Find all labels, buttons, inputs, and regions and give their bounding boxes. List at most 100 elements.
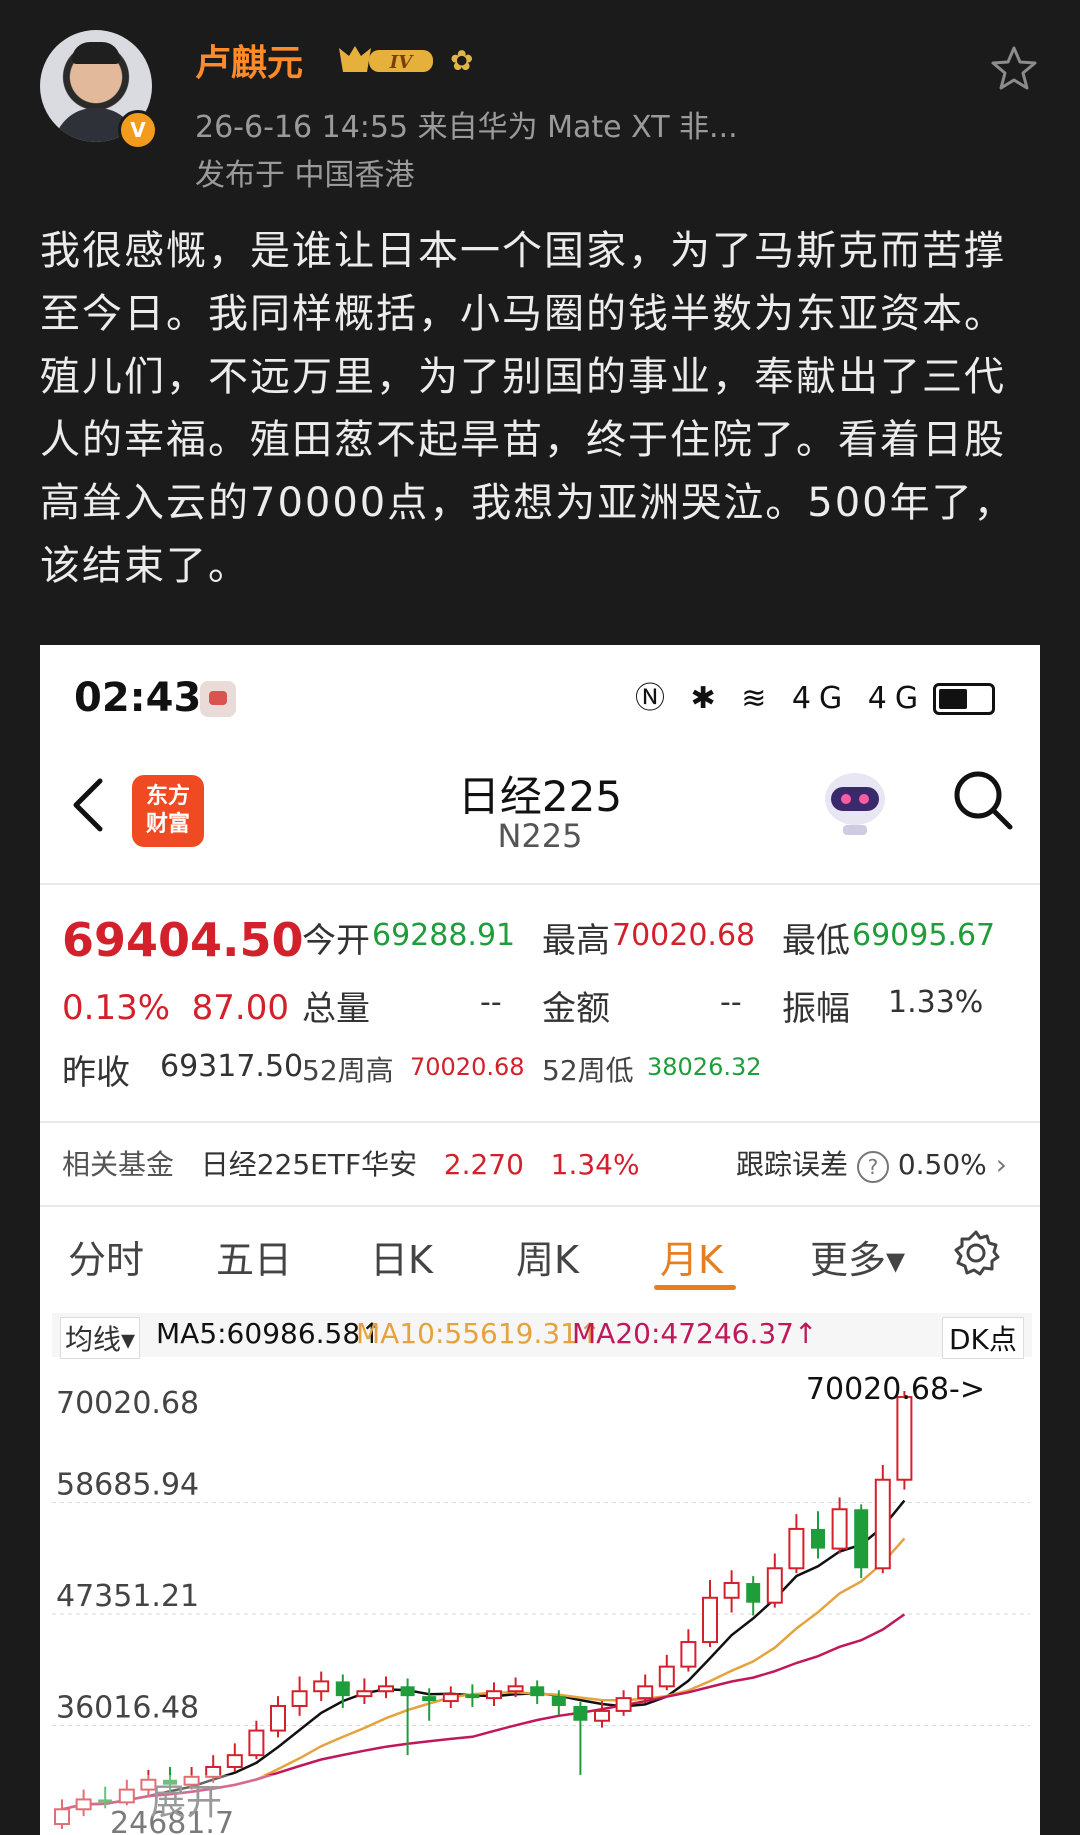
tab-monthly-k[interactable]: 月K bbox=[660, 1229, 723, 1284]
divider bbox=[40, 1121, 1040, 1123]
candle-body bbox=[573, 1705, 588, 1721]
expand-label[interactable]: 展开 bbox=[150, 1773, 222, 1825]
robot-assistant-icon[interactable] bbox=[815, 763, 895, 843]
ma-selector[interactable]: 均线▾ bbox=[60, 1317, 141, 1359]
help-icon[interactable]: ? bbox=[856, 1151, 889, 1183]
candle-body bbox=[442, 1693, 459, 1703]
low-label: 最低 bbox=[782, 921, 850, 961]
tracking-error-label: 跟踪误差 bbox=[736, 1148, 849, 1181]
level-text: IV bbox=[389, 52, 414, 73]
open-label: 今开 bbox=[302, 921, 370, 961]
embedded-screenshot: 02:43 Ⓝ ✱ ≋ 4G 4G 东方 财富 日经225 N225 69404… bbox=[40, 645, 1040, 1835]
candle-body bbox=[400, 1686, 415, 1697]
wk52-low-label: 52周低 bbox=[542, 1054, 634, 1087]
candle-body bbox=[422, 1696, 437, 1702]
tab-daily-k[interactable]: 日K bbox=[370, 1229, 433, 1284]
y-tick-label: 47351.21 bbox=[56, 1579, 199, 1614]
candle-body bbox=[637, 1685, 654, 1700]
candle-body bbox=[291, 1690, 308, 1707]
open-value: 69288.91 bbox=[372, 918, 516, 953]
wk52-high-label: 52周高 bbox=[302, 1054, 394, 1087]
y-tick-label: 58685.94 bbox=[56, 1468, 199, 1503]
y-tick-label: 36016.48 bbox=[56, 1690, 199, 1725]
author-name[interactable]: 卢麒元 bbox=[195, 34, 303, 86]
candle-body bbox=[680, 1641, 697, 1668]
ma5-line bbox=[61, 1499, 906, 1811]
gear-icon[interactable] bbox=[952, 1229, 1000, 1277]
amount-label: 金额 bbox=[542, 989, 610, 1029]
level-badge-icon: IV bbox=[339, 46, 433, 73]
change-percent: 0.13% bbox=[62, 988, 171, 1028]
post-body-text: 我很感慨，是谁让日本一个国家，为了马斯克而苦撑至今日。我同样概括，小马圈的钱半数… bbox=[40, 228, 1016, 589]
chevron-right-icon: › bbox=[995, 1148, 1007, 1181]
tab-five-day[interactable]: 五日 bbox=[216, 1229, 292, 1284]
tab-intraday[interactable]: 分时 bbox=[68, 1229, 144, 1284]
status-time: 02:43 bbox=[74, 675, 202, 721]
candle-body bbox=[507, 1685, 524, 1693]
notification-app-icon bbox=[200, 681, 236, 717]
medal-icon: ✿ bbox=[450, 44, 474, 77]
current-price: 69404.50 bbox=[62, 913, 304, 967]
price-change: 0.13% 87.00 bbox=[62, 988, 289, 1028]
search-icon[interactable] bbox=[950, 767, 1016, 833]
candle-body bbox=[335, 1681, 350, 1697]
y-tick-label: 70020.68 bbox=[56, 1386, 199, 1421]
candle-body bbox=[831, 1508, 848, 1550]
candle-body bbox=[530, 1686, 545, 1697]
candle-body bbox=[313, 1680, 330, 1693]
related-fund-row[interactable]: 相关基金 日经225ETF华安 2.270 1.34% bbox=[62, 1143, 640, 1183]
battery-icon bbox=[933, 683, 995, 715]
candle-body bbox=[723, 1582, 740, 1599]
candle-body bbox=[702, 1596, 718, 1644]
candle-body bbox=[874, 1478, 891, 1570]
candle-body bbox=[486, 1690, 502, 1700]
candle-body bbox=[615, 1697, 632, 1712]
prev-close-label: 昨收 bbox=[62, 1053, 130, 1093]
verified-icon: V bbox=[118, 110, 158, 150]
moving-average-row: 均线▾ MA5:60986.58↑ MA10:55619.31↑ MA20:47… bbox=[52, 1313, 1032, 1359]
ma20-value: MA20:47246.37↑ bbox=[572, 1317, 818, 1350]
candle-body bbox=[811, 1528, 825, 1549]
candle-body bbox=[551, 1696, 566, 1706]
candlestick-chart: 70020.68 58685.94 47351.21 36016.48 70020.6… bbox=[52, 1372, 1030, 1835]
candle-body bbox=[270, 1704, 286, 1732]
candle-body bbox=[378, 1685, 394, 1693]
amount-value: -- bbox=[720, 985, 742, 1020]
candle-body bbox=[356, 1690, 373, 1698]
change-amount: 87.00 bbox=[191, 988, 289, 1028]
avatar-hair bbox=[72, 42, 120, 64]
high-label: 最高 bbox=[542, 921, 610, 961]
amplitude-label: 振幅 bbox=[782, 989, 850, 1029]
divider bbox=[40, 1205, 1040, 1207]
high-value: 70020.68 bbox=[612, 918, 756, 953]
amplitude-value: 1.33% bbox=[888, 985, 984, 1020]
volume-value: -- bbox=[480, 985, 502, 1020]
tracking-error-value: 0.50% bbox=[897, 1148, 987, 1181]
ma10-value: MA10:55619.31↑ bbox=[356, 1317, 602, 1350]
candle-body bbox=[248, 1729, 265, 1757]
candle-body bbox=[746, 1583, 761, 1603]
fund-name: 日经225ETF华安 bbox=[200, 1148, 418, 1181]
fund-percent: 1.34% bbox=[550, 1148, 640, 1181]
post-location: 发布于 中国香港 bbox=[195, 158, 415, 193]
high-annotation: 70020.68-> bbox=[806, 1372, 985, 1407]
divider bbox=[40, 883, 1040, 885]
tab-weekly-k[interactable]: 周K bbox=[516, 1229, 579, 1284]
post-meta: 26-6-16 14:55 来自华为 Mate XT 非... bbox=[195, 110, 738, 145]
favorite-star-icon[interactable] bbox=[990, 44, 1038, 92]
dk-point-button[interactable]: DK点 bbox=[942, 1317, 1024, 1359]
moving-average-lines bbox=[61, 1499, 906, 1811]
candle-body bbox=[788, 1527, 805, 1570]
volume-label: 总量 bbox=[302, 989, 370, 1029]
candle-body bbox=[766, 1567, 783, 1604]
status-icons: Ⓝ ✱ ≋ 4G 4G bbox=[635, 681, 927, 716]
candle-body bbox=[594, 1709, 610, 1722]
tab-more[interactable]: 更多▾ bbox=[810, 1229, 905, 1284]
candle-body bbox=[226, 1754, 243, 1768]
low-value: 69095.67 bbox=[852, 918, 996, 953]
candle-body bbox=[854, 1509, 869, 1569]
fund-price: 2.270 bbox=[443, 1148, 524, 1181]
candle-body bbox=[658, 1665, 675, 1688]
active-tab-indicator bbox=[654, 1285, 736, 1290]
tracking-error[interactable]: 跟踪误差 ? 0.50% › bbox=[736, 1143, 1007, 1183]
